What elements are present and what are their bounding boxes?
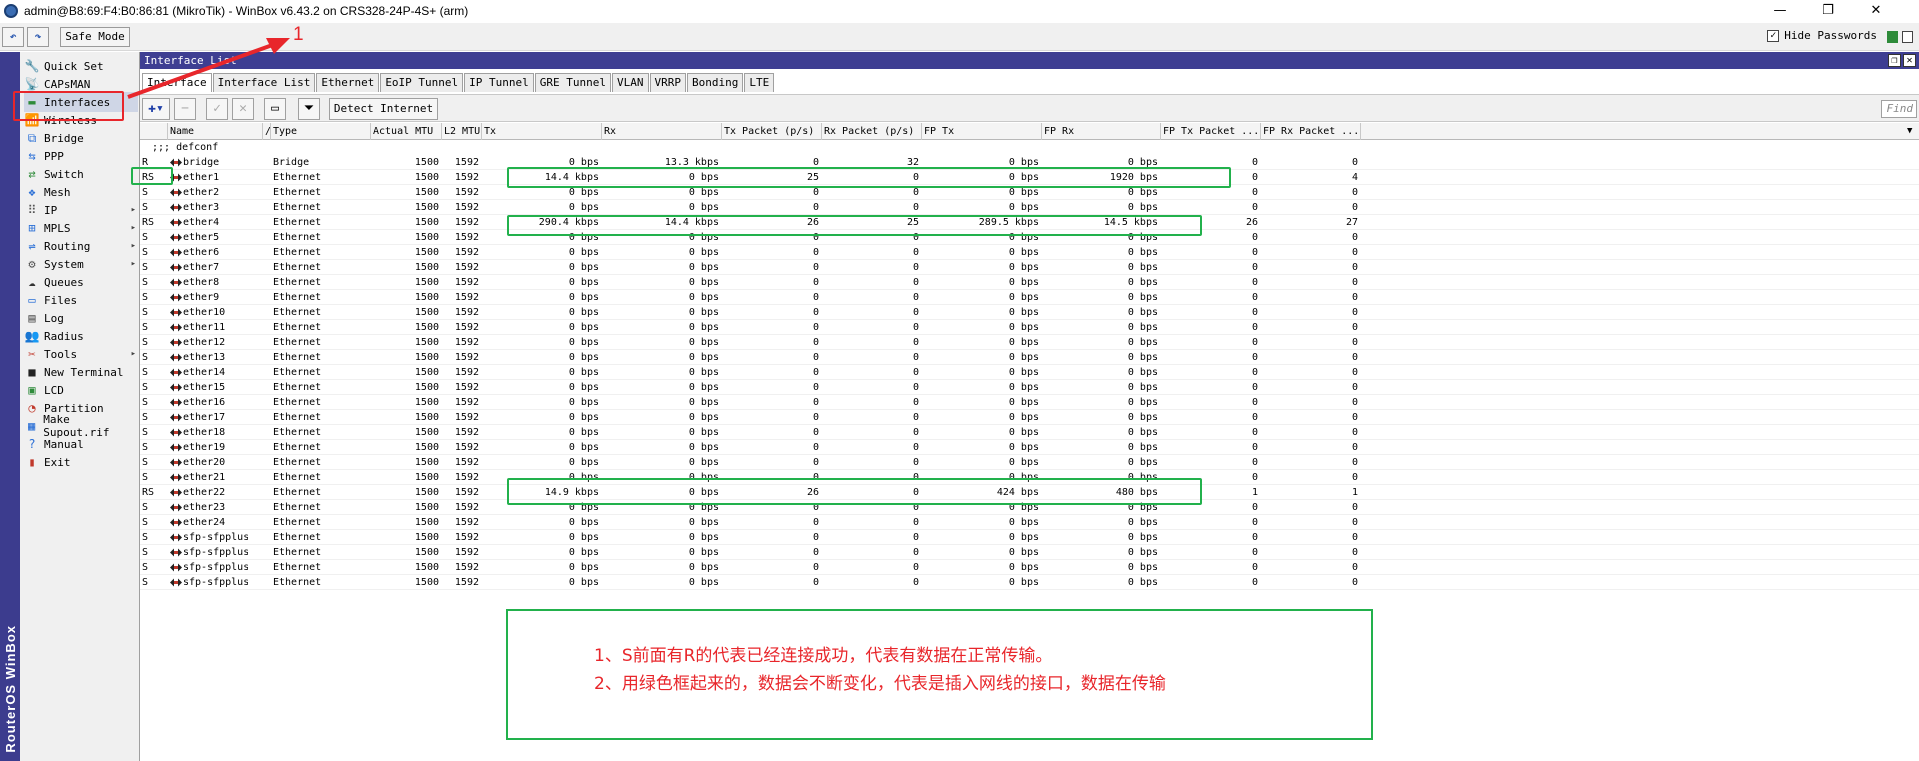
arrow-shaft: [127, 41, 279, 99]
ether22-highlight-box: [507, 478, 1202, 505]
annotation-line-1: 1、S前面有R的代表已经连接成功，代表有数据在正常传输。: [594, 646, 1053, 666]
flag-highlight-box: [131, 167, 173, 185]
annotation-number: 1: [293, 24, 304, 45]
ether1-highlight-box: [507, 167, 1231, 188]
annotation-line-2: 2、用绿色框起来的，数据会不断变化，代表是插入网线的接口，数据在传输: [594, 674, 1166, 694]
ether4-highlight-box: [507, 215, 1202, 236]
annotation-note-box: 1、S前面有R的代表已经连接成功，代表有数据在正常传输。 2、用绿色框起来的，数…: [506, 609, 1373, 740]
